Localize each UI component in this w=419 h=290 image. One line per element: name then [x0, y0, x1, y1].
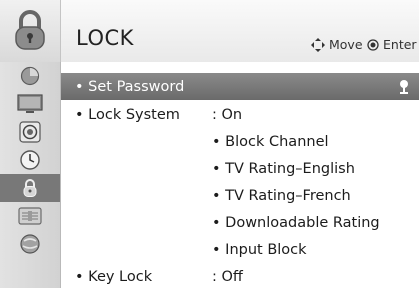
clock-icon [20, 150, 40, 170]
move-hint-label: Move [329, 37, 363, 52]
enter-hint: Enter [367, 37, 417, 52]
block-channel-label: • Block Channel [212, 134, 329, 150]
lock-icon [23, 179, 37, 197]
tv-rating-english-label: • TV Rating–English [212, 161, 355, 177]
menu-item-lock-system[interactable]: • Lock System : On [61, 101, 419, 128]
downloadable-rating-label: • Downloadable Rating [212, 215, 380, 231]
option-icon [18, 207, 42, 225]
enter-knob-icon [400, 80, 408, 94]
picture-icon [20, 66, 40, 86]
enter-hint-label: Enter [383, 37, 417, 52]
tv-rating-french-label: • TV Rating–French [212, 188, 351, 204]
lock-icon [15, 10, 45, 50]
sidebar [0, 62, 61, 288]
menu-item-key-lock[interactable]: • Key Lock : Off [61, 263, 419, 290]
speaker-icon [19, 121, 41, 143]
menu-subitem-tv-rating-english[interactable]: • TV Rating–English [61, 155, 419, 182]
menu-subitem-input-block[interactable]: • Input Block [61, 236, 419, 263]
menu-subitem-block-channel[interactable]: • Block Channel [61, 128, 419, 155]
input-block-label: • Input Block [212, 242, 307, 258]
lock-system-value: : On [212, 107, 243, 123]
sidebar-item-option[interactable] [0, 202, 60, 230]
set-password-label: • Set Password [75, 79, 185, 95]
sidebar-item-time[interactable] [0, 146, 60, 174]
network-icon [20, 234, 40, 254]
sidebar-item-picture[interactable] [0, 62, 60, 90]
arrows-move-icon [311, 37, 325, 52]
header-lock-icon-box [0, 0, 61, 62]
key-lock-label: • Key Lock [75, 269, 153, 285]
sidebar-item-screen[interactable] [0, 90, 60, 118]
page-title: LOCK [76, 26, 134, 50]
sidebar-item-lock[interactable] [0, 174, 60, 202]
move-hint: Move [311, 37, 363, 52]
menu-item-set-password[interactable]: • Set Password [61, 73, 419, 100]
lock-menu: • Set Password • Lock System : On • Bloc… [61, 62, 419, 288]
menu-subitem-downloadable-rating[interactable]: • Downloadable Rating [61, 209, 419, 236]
lock-system-label: • Lock System [75, 107, 180, 123]
key-lock-value: : Off [212, 269, 243, 285]
tv-screen-icon [17, 94, 43, 113]
sidebar-item-audio[interactable] [0, 118, 60, 146]
sidebar-item-network[interactable] [0, 230, 60, 258]
header-bar: LOCK Move Enter [0, 0, 419, 63]
menu-subitem-tv-rating-french[interactable]: • TV Rating–French [61, 182, 419, 209]
enter-button-icon [367, 38, 379, 51]
